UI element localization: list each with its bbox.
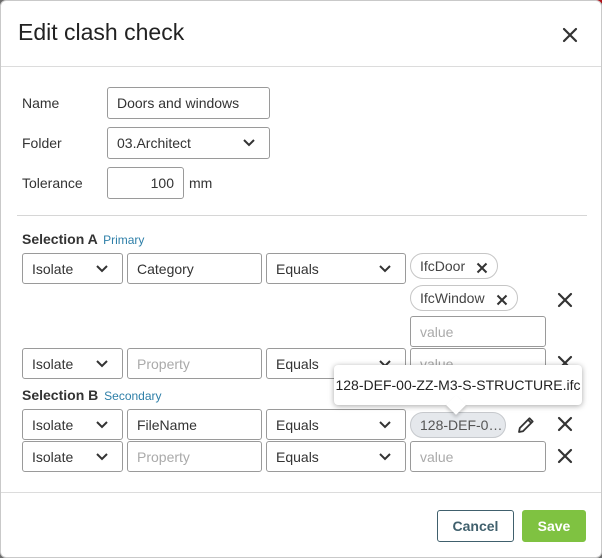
tolerance-label: Tolerance — [22, 175, 83, 191]
close-icon — [557, 292, 573, 308]
close-icon — [562, 27, 578, 43]
selection-a-row1-value-input[interactable]: value — [410, 316, 546, 347]
selection-b-row1-operator-select[interactable]: Equals — [266, 409, 406, 440]
operator-select-value: Equals — [276, 260, 319, 277]
mode-select-value: Isolate — [32, 416, 74, 433]
selection-b-row1-mode-select[interactable]: Isolate — [22, 409, 123, 440]
selection-a-heading: Selection A Primary — [22, 231, 144, 247]
chevron-down-icon — [96, 359, 108, 367]
value-chip: IfcDoor — [410, 253, 498, 279]
close-icon — [496, 294, 508, 306]
dialog-close-button[interactable] — [558, 23, 582, 47]
save-button[interactable]: Save — [522, 510, 586, 542]
selection-b-row2-value-input[interactable]: value — [410, 441, 546, 472]
close-icon — [557, 448, 573, 464]
selection-a-row1-operator-select[interactable]: Equals — [266, 253, 406, 284]
remove-row-button[interactable] — [554, 413, 576, 435]
close-icon — [476, 262, 488, 274]
section-divider — [17, 215, 587, 216]
selection-a-row2-property-input[interactable]: Property — [127, 348, 262, 379]
filename-tooltip: 128-DEF-00-ZZ-M3-S-STRUCTURE.ifc — [334, 365, 582, 405]
edit-value-button[interactable] — [514, 413, 538, 437]
name-label: Name — [22, 95, 60, 111]
selection-a-title: Selection A — [22, 231, 98, 247]
dialog-header: Edit clash check — [1, 1, 601, 67]
remove-chip-button[interactable] — [496, 293, 508, 309]
chevron-down-icon — [96, 264, 108, 272]
tolerance-unit: mm — [189, 175, 213, 191]
dialog-title: Edit clash check — [18, 19, 185, 45]
value-chip: IfcWindow — [410, 285, 518, 311]
mode-select-value: Isolate — [32, 260, 74, 277]
pencil-icon — [518, 417, 534, 433]
operator-select-value: Equals — [276, 448, 319, 465]
chevron-down-icon — [379, 452, 391, 460]
remove-row-button[interactable] — [554, 289, 576, 311]
footer-divider — [1, 492, 601, 493]
mode-select-value: Isolate — [32, 448, 74, 465]
selection-a-row2-mode-select[interactable]: Isolate — [22, 348, 123, 379]
chevron-down-icon — [379, 264, 391, 272]
operator-select-value: Equals — [276, 416, 319, 433]
selection-b-row1-property-input[interactable]: FileName — [127, 409, 262, 440]
chevron-down-icon — [96, 420, 108, 428]
operator-select-value: Equals — [276, 355, 319, 372]
selection-b-subtitle: Secondary — [104, 389, 162, 403]
cancel-button[interactable]: Cancel — [437, 510, 514, 542]
mode-select-value: Isolate — [32, 355, 74, 372]
remove-row-button[interactable] — [554, 445, 576, 467]
filename-value-chip[interactable]: 128-DEF-0… — [410, 412, 506, 438]
folder-select[interactable]: 03.Architect — [107, 127, 270, 159]
selection-a-row1-property-input[interactable]: Category — [127, 253, 262, 284]
tolerance-input[interactable]: 100 — [107, 167, 184, 199]
selection-b-row2-mode-select[interactable]: Isolate — [22, 441, 123, 472]
name-input[interactable]: Doors and windows — [107, 87, 270, 119]
remove-chip-button[interactable] — [476, 261, 488, 277]
chevron-down-icon — [243, 139, 255, 147]
selection-b-row2-property-input[interactable]: Property — [127, 441, 262, 472]
selection-a-subtitle: Primary — [103, 233, 145, 247]
close-icon — [557, 416, 573, 432]
chevron-down-icon — [96, 452, 108, 460]
selection-b-row2-operator-select[interactable]: Equals — [266, 441, 406, 472]
edit-clash-check-dialog: Edit clash check Name Doors and windows … — [0, 0, 602, 558]
folder-select-value: 03.Architect — [117, 135, 191, 151]
selection-b-title: Selection B — [22, 387, 99, 403]
selection-b-heading: Selection B Secondary — [22, 387, 162, 403]
selection-a-row1-mode-select[interactable]: Isolate — [22, 253, 123, 284]
value-chip-label: IfcDoor — [420, 258, 466, 274]
folder-label: Folder — [22, 135, 62, 151]
chevron-down-icon — [379, 420, 391, 428]
value-chip-label: IfcWindow — [420, 290, 485, 306]
